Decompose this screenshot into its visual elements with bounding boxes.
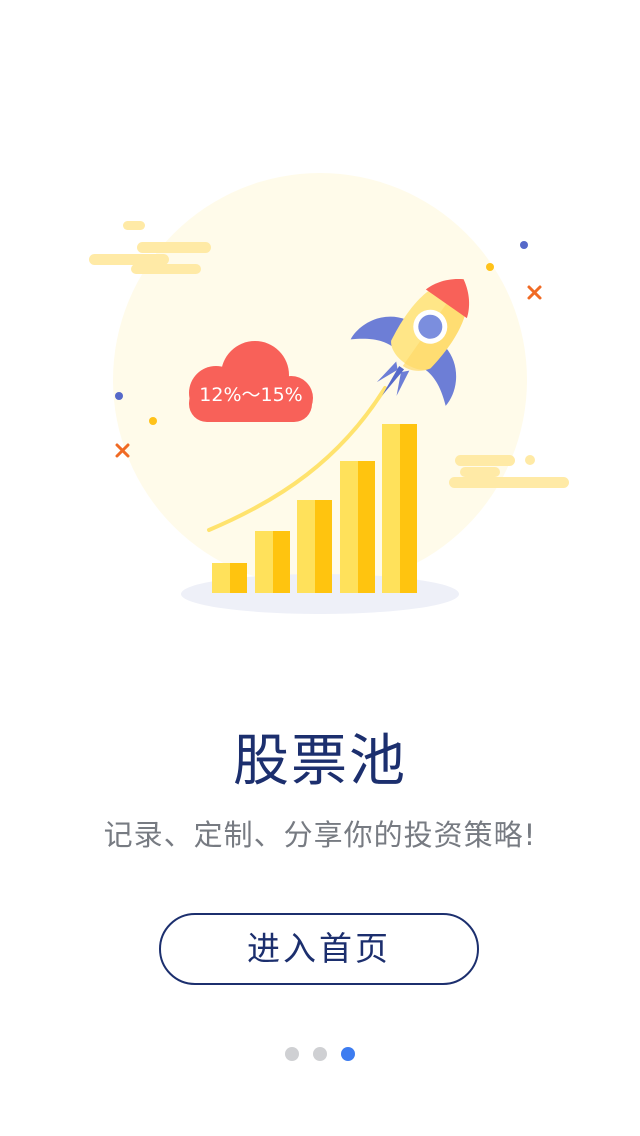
page-dot-2[interactable] bbox=[313, 1047, 327, 1061]
percentage-range-text: 12%～15% bbox=[199, 384, 302, 406]
bar-4 bbox=[340, 461, 375, 593]
bar-5 bbox=[382, 424, 417, 593]
page-dot-3-active[interactable] bbox=[341, 1047, 355, 1061]
yellow-dot-icon bbox=[486, 263, 494, 271]
bar-1 bbox=[212, 563, 247, 593]
orange-cross-icon bbox=[527, 285, 542, 300]
page-title: 股票池 bbox=[233, 729, 407, 794]
bar-3 bbox=[297, 500, 332, 593]
page-dot-1[interactable] bbox=[285, 1047, 299, 1061]
bar-2 bbox=[255, 531, 290, 593]
enter-home-button[interactable]: 进入首页 bbox=[159, 913, 479, 985]
blue-dot-icon bbox=[520, 241, 528, 249]
page-subtitle: 记录、定制、分享你的投资策略! bbox=[103, 818, 537, 852]
right-background-clouds bbox=[449, 455, 569, 488]
rocket-growth-illustration: 12%～15% bbox=[89, 173, 569, 614]
page-indicator bbox=[0, 1047, 640, 1063]
yellow-dot-icon bbox=[149, 417, 157, 425]
blue-dot-icon bbox=[115, 392, 123, 400]
